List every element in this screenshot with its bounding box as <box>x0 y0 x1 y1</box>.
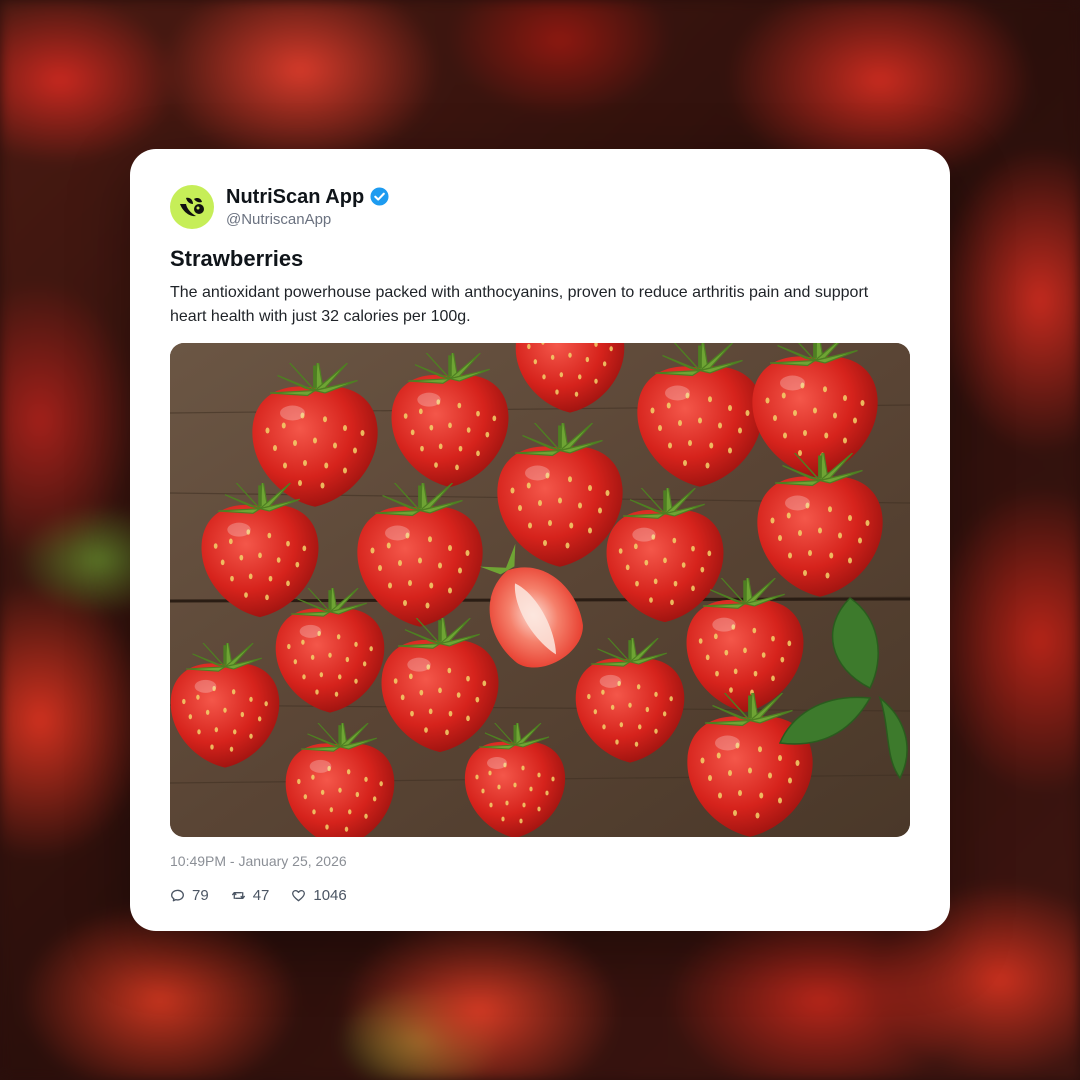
retweet-count: 47 <box>252 886 270 904</box>
like-button[interactable]: 1046 <box>291 886 347 904</box>
strawberries-image <box>170 343 910 837</box>
display-name[interactable]: NutriScan App <box>226 185 364 209</box>
post-image[interactable] <box>170 343 910 837</box>
reply-icon <box>171 889 184 901</box>
post-header: NutriScan App @NutriscanApp <box>170 185 910 229</box>
post-card: NutriScan App @NutriscanApp Strawberries… <box>130 149 950 931</box>
like-icon <box>292 889 306 901</box>
like-count: 1046 <box>313 886 347 904</box>
post-body: The antioxidant powerhouse packed with a… <box>170 284 869 325</box>
author-names: NutriScan App @NutriscanApp <box>226 185 389 230</box>
verified-badge-icon <box>370 187 389 206</box>
handle[interactable]: @NutriscanApp <box>226 210 389 230</box>
reply-button[interactable]: 79 <box>170 887 209 904</box>
avatar[interactable] <box>170 185 214 229</box>
nutriscan-logo-icon <box>180 197 204 217</box>
retweet-button[interactable]: 47 <box>231 886 270 904</box>
post-timestamp: 10:49PM - January 25, 2026 <box>170 853 347 869</box>
post-actions: 79 47 1046 <box>170 885 910 905</box>
post-title: Strawberries <box>170 246 304 271</box>
retweet-icon <box>231 891 245 899</box>
reply-count: 79 <box>192 886 209 904</box>
